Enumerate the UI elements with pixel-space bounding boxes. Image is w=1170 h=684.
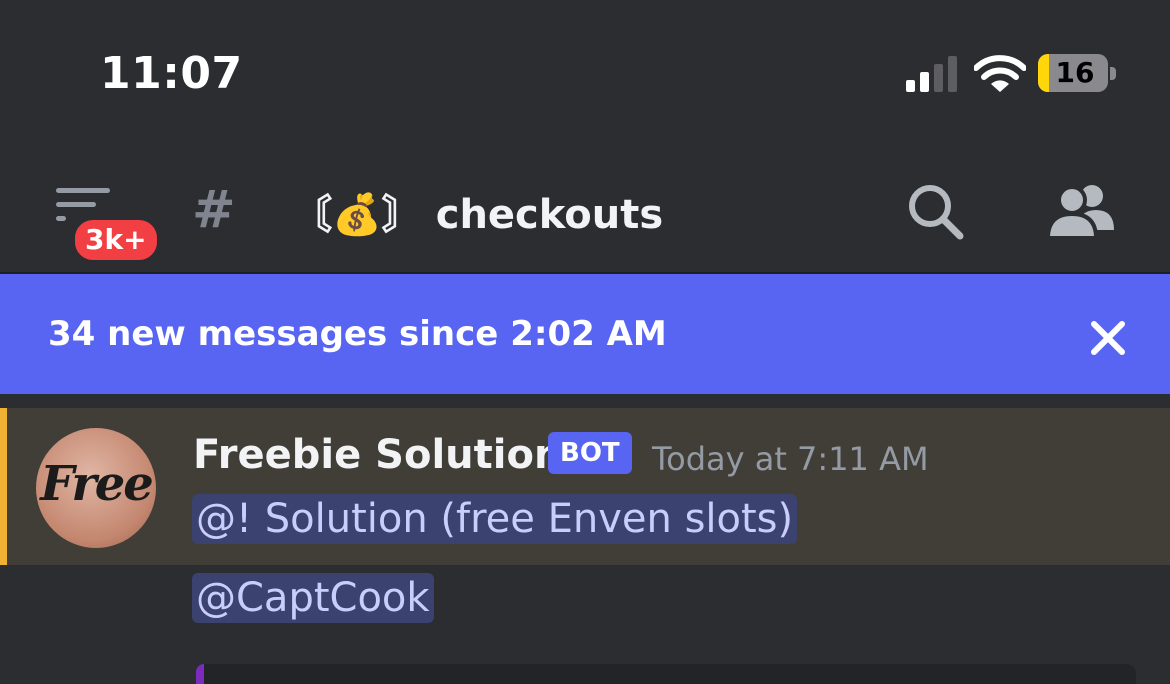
cellular-signal-icon (906, 56, 957, 92)
user-mention[interactable]: @CaptCook (192, 573, 434, 623)
unread-badge: 3k+ (71, 216, 161, 264)
new-messages-banner[interactable]: 34 new messages since 2:02 AM (0, 274, 1170, 394)
battery-charging-icon: 16 (1038, 54, 1118, 94)
status-bar: 11:07 16 (0, 0, 1170, 150)
embed-accent-bar (196, 664, 204, 684)
members-icon[interactable] (1044, 180, 1116, 244)
bot-tag: BOT (548, 432, 632, 474)
new-messages-text[interactable]: 34 new messages since 2:02 AM (48, 314, 667, 354)
avatar-text: Free (40, 456, 154, 512)
role-mention[interactable]: @! Solution (free Enven slots) (192, 494, 798, 544)
status-time: 11:07 (100, 48, 243, 99)
close-icon[interactable] (1088, 318, 1128, 358)
menu-button[interactable]: 3k+ (50, 184, 161, 264)
message-timestamp: Today at 7:11 AM (652, 440, 929, 478)
battery-level: 16 (1055, 56, 1095, 89)
search-icon[interactable] (904, 180, 968, 244)
avatar[interactable]: Free (36, 428, 156, 548)
channel-name[interactable]: 〘💰〙 checkouts (292, 182, 663, 240)
hash-icon: # (192, 180, 236, 240)
mention-highlight-bar (0, 408, 7, 565)
channel-header: 3k+ # 〘💰〙 checkouts (0, 150, 1170, 272)
wifi-icon (974, 55, 1026, 92)
message-author[interactable]: Freebie Solution (193, 432, 562, 478)
embed-card (196, 664, 1136, 684)
message-item[interactable]: Free Freebie Solution BOT Today at 7:11 … (0, 408, 1170, 565)
